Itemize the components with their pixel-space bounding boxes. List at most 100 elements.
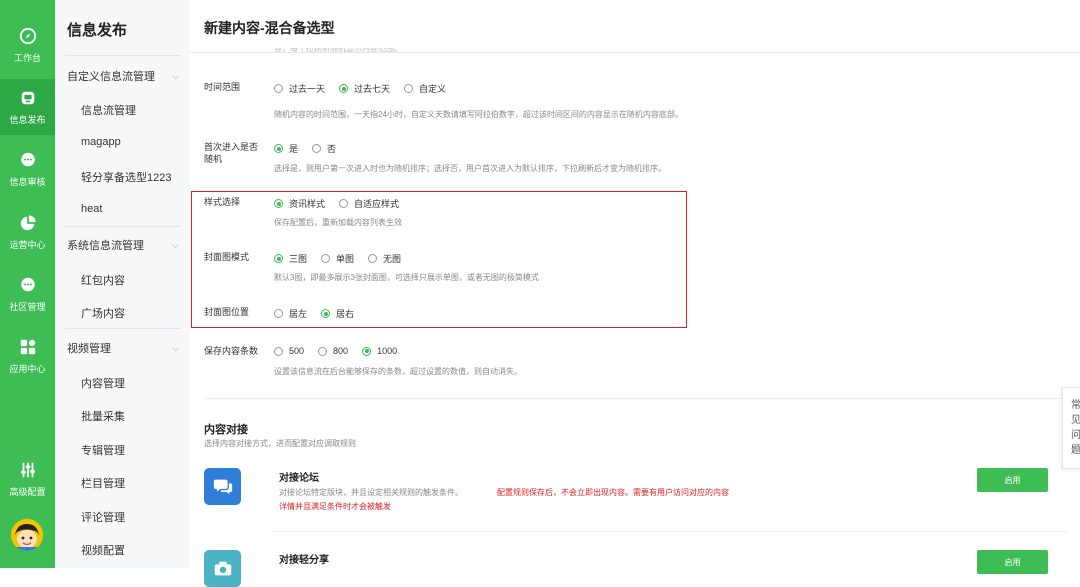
cover-position-radio-group: 居左 居右 [274, 307, 368, 320]
sidebar-item-batch-collect[interactable]: 批量采集 [81, 408, 125, 424]
radio-icon [339, 199, 349, 208]
cover-mode-option-single[interactable]: 单图 [321, 252, 354, 265]
save-count-option-800[interactable]: 800 [318, 346, 348, 356]
first-random-option-no[interactable]: 否 [312, 142, 336, 155]
forum-card-warning: 配置规则保存后，不会立即出现内容。需要有用户访问对应的内容 [497, 488, 729, 497]
sidebar-item-content-management[interactable]: 内容管理 [81, 375, 125, 391]
option-label: 过去一天 [289, 84, 326, 94]
content-section-subtitle: 选择内容对接方式，进而配置对应调取规则 [204, 439, 356, 448]
option-label: 500 [289, 346, 305, 356]
sidebar-group-custom-feed[interactable]: 自定义信息流管理 ⌵ [67, 68, 179, 84]
option-label: 自定义 [419, 84, 447, 94]
enable-forum-button[interactable]: 启用 [977, 468, 1048, 492]
rail-item-label: 高级配置 [9, 486, 46, 497]
sidebar-divider [65, 226, 180, 227]
page-title: 新建内容-混合备选型 [204, 20, 335, 36]
sidebar-item-heat[interactable]: heat [81, 203, 102, 215]
clipped-help-text: 容，每十拉刷新随机显示内容范围。 [274, 48, 402, 53]
radio-icon [274, 346, 283, 356]
style-label: 样式选择 [204, 197, 241, 207]
option-label: 居左 [289, 309, 308, 319]
save-count-option-1000[interactable]: 1000 [362, 346, 397, 356]
radio-checked-icon [274, 254, 283, 263]
chat-review-icon [20, 152, 35, 166]
rail-item-label: 信息发布 [9, 114, 46, 125]
forum-card-warning-2: 详情并且满足条件时才会被触发 [279, 502, 391, 511]
cover-position-option-left[interactable]: 居左 [274, 307, 307, 320]
sidebar-item-magapp[interactable]: magapp [81, 136, 121, 148]
time-range-option-1day[interactable]: 过去一天 [274, 82, 325, 95]
sidebar-item-video-config[interactable]: 视频配置 [81, 542, 125, 558]
first-random-option-yes[interactable]: 是 [274, 142, 298, 155]
sidebar-item-feed-management[interactable]: 信息流管理 [81, 102, 136, 118]
time-range-option-custom[interactable]: 自定义 [404, 82, 446, 95]
radio-checked-icon [362, 346, 372, 356]
rail-item-label: 运营中心 [9, 239, 46, 250]
style-option-adaptive[interactable]: 自适应样式 [339, 197, 399, 210]
sidebar-group-label: 自定义信息流管理 [67, 71, 155, 83]
rail-item-publish[interactable]: 信息发布 [0, 79, 55, 135]
time-range-label: 时间范围 [204, 82, 241, 92]
main-content: 新建内容-混合备选型 容，每十拉刷新随机显示内容范围。 时间范围 过去一天 过去… [190, 0, 1080, 587]
cover-position-label: 封面图位置 [204, 307, 250, 317]
rail-item-apps[interactable]: 应用中心 [0, 328, 55, 384]
style-help: 保存配置后，重新加载内容列表生效 [274, 218, 402, 227]
avatar[interactable] [11, 519, 43, 551]
option-label: 是 [289, 144, 299, 154]
sidebar-item-comments[interactable]: 评论管理 [81, 509, 125, 525]
rail-item-workbench[interactable]: 工作台 [0, 17, 55, 73]
faq-float-button[interactable]: 常见问题 [1062, 387, 1080, 469]
option-label: 资讯样式 [289, 199, 326, 209]
camera-icon [204, 550, 241, 587]
sliders-icon [20, 462, 35, 477]
enable-light-share-button[interactable]: 启用 [977, 550, 1048, 574]
cover-mode-help: 默认3图，即最多展示3张封面图，可选择只展示单图，或者无图的极简模式 [274, 273, 539, 282]
apps-grid-icon [20, 339, 35, 354]
cover-mode-option-three[interactable]: 三图 [274, 252, 307, 265]
rail-item-operations[interactable]: 运营中心 [0, 204, 55, 260]
publish-icon [21, 91, 34, 104]
option-label: 自适应样式 [354, 199, 400, 209]
first-random-radio-group: 是 否 [274, 142, 350, 155]
first-random-help: 选择是，则用户第一次进入时也为随机排序；选择否，用户首次进入为默认排序，下拉刷新… [274, 164, 666, 173]
radio-icon [404, 84, 414, 93]
option-label: 过去七天 [354, 84, 391, 94]
cover-mode-label: 封面图模式 [204, 252, 250, 262]
option-label: 单图 [336, 254, 355, 264]
sidebar-item-column[interactable]: 栏目管理 [81, 475, 125, 491]
sidebar-divider [65, 328, 180, 329]
sidebar-item-red-packet[interactable]: 红包内容 [81, 272, 125, 288]
sidebar-item-album[interactable]: 专辑管理 [81, 442, 125, 458]
chat-bubbles-icon [204, 468, 241, 505]
rail-item-label: 应用中心 [9, 363, 46, 374]
radio-checked-icon [274, 144, 283, 153]
first-random-label: 首次进入是否随机 [204, 142, 259, 164]
rail-item-label: 信息审核 [9, 176, 46, 187]
radio-icon [274, 84, 283, 93]
time-range-help: 随机内容的时间范围，一天指24小时，自定义天数请填写阿拉伯数字，超过该时间区间的… [274, 110, 683, 119]
rail-item-review[interactable]: 信息审核 [0, 141, 55, 197]
time-range-option-7days[interactable]: 过去七天 [339, 82, 390, 95]
sidebar-group-video[interactable]: 视频管理 ⌵ [67, 340, 179, 356]
save-count-radio-group: 500 800 1000 [274, 346, 411, 356]
header-divider [190, 52, 1080, 53]
pie-chart-icon [20, 214, 36, 230]
option-label: 800 [333, 346, 349, 356]
rail-item-advanced[interactable]: 高级配置 [0, 451, 55, 507]
save-count-label: 保存内容条数 [204, 346, 259, 356]
style-option-news[interactable]: 资讯样式 [274, 197, 325, 210]
style-radio-group: 资讯样式 自适应样式 [274, 197, 413, 210]
option-label: 三图 [289, 254, 308, 264]
secondary-sidebar: 信息发布 自定义信息流管理 ⌵ 信息流管理 magapp 轻分享备选型1223 … [55, 0, 190, 568]
cover-mode-radio-group: 三图 单图 无图 [274, 252, 415, 265]
cover-mode-option-none[interactable]: 无图 [368, 252, 401, 265]
card-divider [273, 531, 1067, 532]
cover-position-option-right[interactable]: 居右 [321, 307, 354, 320]
sidebar-item-light-share[interactable]: 轻分享备选型1223 [81, 169, 171, 185]
rail-item-label: 社区管理 [9, 301, 46, 312]
sidebar-item-square[interactable]: 广场内容 [81, 305, 125, 321]
option-label: 居右 [336, 309, 355, 319]
sidebar-group-system-feed[interactable]: 系统信息流管理 ⌵ [67, 237, 179, 253]
rail-item-community[interactable]: 社区管理 [0, 266, 55, 322]
save-count-option-500[interactable]: 500 [274, 346, 304, 356]
